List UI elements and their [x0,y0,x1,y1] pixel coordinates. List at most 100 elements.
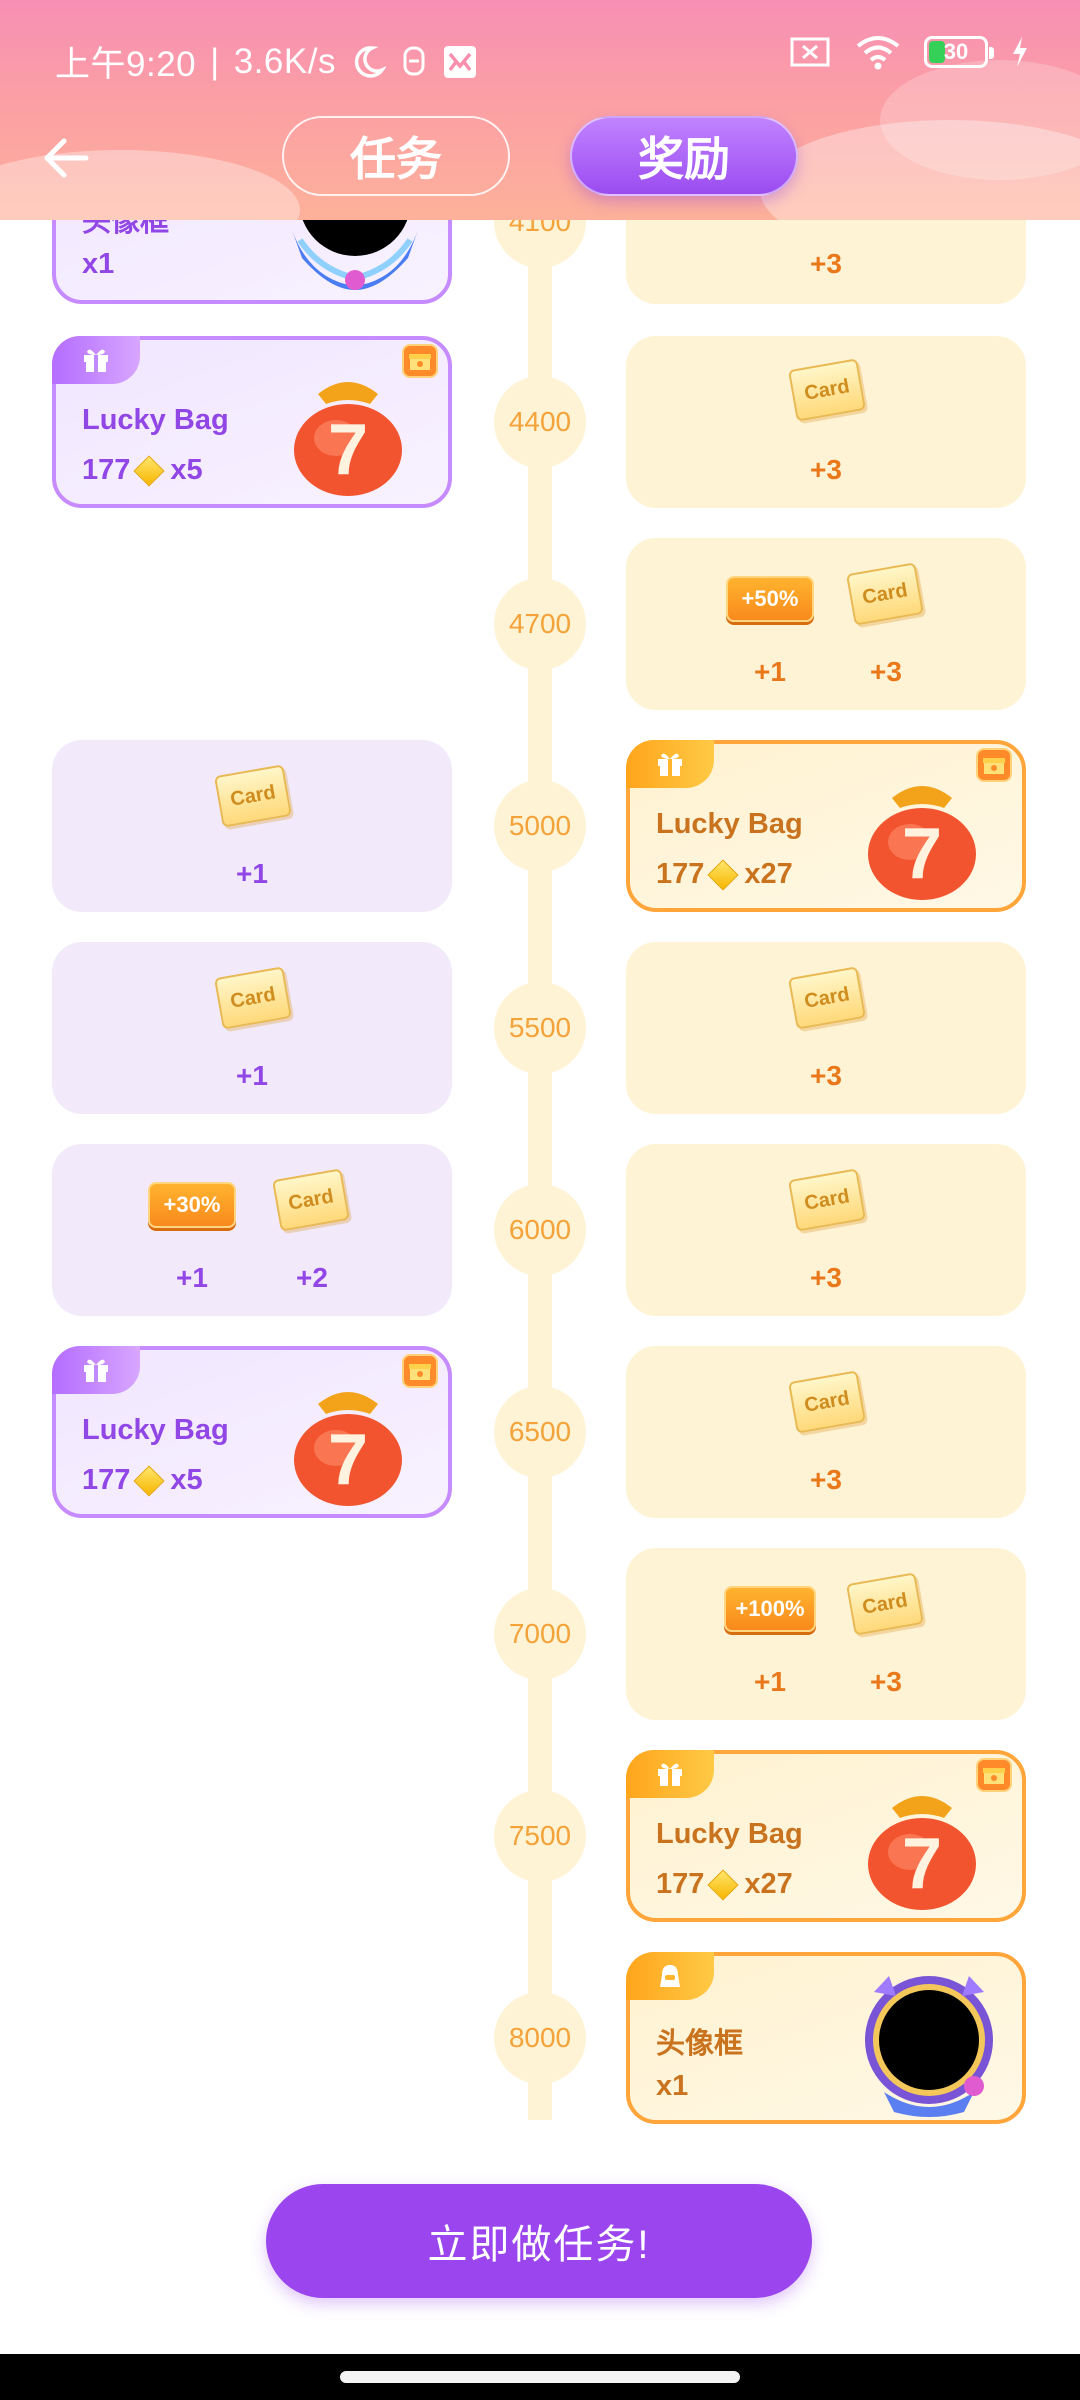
tab-tasks[interactable]: 任务 [282,116,510,196]
boost-ticket-icon: +30% [148,1182,236,1228]
reward-card-cards[interactable]: +50% Card +1 +3 [626,538,1026,710]
reward-qty: +1 [754,656,786,687]
reward-card-cards[interactable]: Card +1 [52,942,452,1114]
milestone-node: 4400 [494,376,586,468]
reward-qty: x1 [82,248,115,280]
card-ticket-icon: Card [214,966,292,1030]
avatar-frame-icon [865,1976,993,2117]
home-gesture-handle[interactable] [340,2371,740,2383]
arrow-left-icon [44,138,89,178]
reward-qty: +1 [236,858,268,889]
status-divider: | [210,41,220,81]
reward-label: Lucky Bag [656,808,803,840]
status-time: 上午9:20 [55,45,197,84]
milestone-node: 8000 [494,1992,586,2084]
gift-tag [52,336,140,384]
reward-qty: +3 [810,1060,842,1091]
reward-qty: +3 [810,1262,842,1293]
no-sim-icon [788,35,832,69]
charging-icon [1010,35,1030,69]
app-header: 上午9:20 | 3.6K/s 30 任务 奖励 [0,0,1080,220]
gem-icon [133,454,165,487]
card-ticket-icon: Card [788,358,866,422]
reward-qty: x27 [744,858,793,890]
reward-qty: +3 [870,1666,902,1697]
reward-qty: +1 [754,1666,786,1697]
lucky-bag-icon: 7 [868,1796,976,1910]
reward-qty: x5 [170,1464,203,1496]
avatar-frame-tag-icon [660,1965,680,1987]
gift-icon [84,349,108,372]
milestone-node: 4700 [494,578,586,670]
reward-qty: x5 [170,454,203,486]
svg-text:7: 7 [328,410,368,490]
status-network-speed: 3.6K/s [233,41,336,81]
reward-label: Lucky Bag [656,1818,803,1850]
reward-gems-qty: 177 x27 [656,1868,793,1901]
card-ticket-icon: Card [272,1168,350,1232]
reward-qty: +3 [810,248,842,279]
svg-text:7: 7 [902,814,942,894]
card-ticket-icon: Card [214,764,292,828]
tab-rewards[interactable]: 奖励 [570,116,798,196]
battery-text: 30 [943,39,969,64]
reward-label: Lucky Bag [82,1414,229,1446]
wifi-icon [854,34,902,70]
milestone-node: 7500 [494,1790,586,1882]
svg-text:7: 7 [328,1420,368,1500]
app-notification-icon [442,44,478,80]
reward-card-lucky-bag[interactable]: Lucky Bag 177 x27 7 [626,1750,1026,1922]
reward-label: Lucky Bag [82,404,229,436]
reward-qty: +3 [810,1464,842,1495]
lucky-bag-icon: 7 [294,382,402,496]
back-button[interactable] [36,128,96,188]
gem-icon [707,1868,739,1901]
lucky-bag-icon: 7 [294,1392,402,1506]
gem-count: 177 [656,1868,705,1900]
reward-label: 头像框 [656,2028,744,2060]
reward-qty: +3 [810,454,842,485]
reward-card-lucky-bag[interactable]: Lucky Bag 177 x5 7 [52,336,452,508]
lucky-bag-icon: 7 [868,786,976,900]
reward-gems-qty: 177 x27 [656,858,793,891]
reward-gems-qty: 177 x5 [82,454,203,487]
milestone-node: 6000 [494,1184,586,1276]
reward-card-cards[interactable]: Card +3 [626,1144,1026,1316]
reward-card-cards[interactable]: Card +3 [626,942,1026,1114]
do-task-button[interactable]: 立即做任务! [266,2184,812,2298]
gift-icon [658,753,682,776]
milestone-node: 5000 [494,780,586,872]
reward-qty: x1 [656,2070,689,2102]
reward-card-avatar-frame[interactable]: 头像框 x1 [626,1952,1026,2124]
reward-card-cards[interactable]: +100% Card +1 +3 [626,1548,1026,1720]
card-ticket-icon: Card [846,1572,924,1636]
system-nav-bar [0,2354,1080,2400]
reward-card-cards[interactable]: Card +3 [626,1346,1026,1518]
reward-qty: x27 [744,1868,793,1900]
gift-icon [84,1359,108,1382]
avatar-tag [626,1952,714,2000]
gem-icon [133,1464,165,1497]
milestone-node: 6500 [494,1386,586,1478]
gift-icon [658,1763,682,1786]
card-ticket-icon: Card [846,562,924,626]
boost-ticket-icon: +100% [724,1586,816,1632]
gift-tag [52,1346,140,1394]
gift-tag [626,1750,714,1798]
reward-gems-qty: 177 x5 [82,1464,203,1497]
battery-icon: 30 [924,36,994,68]
gem-count: 177 [656,858,705,890]
sim-icon [400,44,428,80]
gem-count: 177 [82,454,131,486]
reward-card-cards[interactable]: Card +1 [52,740,452,912]
card-ticket-icon: Card [788,1370,866,1434]
reward-card-lucky-bag[interactable]: Lucky Bag 177 x5 7 [52,1346,452,1518]
milestone-node: 7000 [494,1588,586,1680]
reward-card-cards[interactable]: +30% Card +1 +2 [52,1144,452,1316]
reward-card-cards[interactable]: Card +3 [626,336,1026,508]
svg-text:7: 7 [902,1824,942,1904]
reward-card-lucky-bag[interactable]: Lucky Bag 177 x27 7 [626,740,1026,912]
gem-icon [707,858,739,891]
reward-qty: +1 [236,1060,268,1091]
gift-tag [626,740,714,788]
